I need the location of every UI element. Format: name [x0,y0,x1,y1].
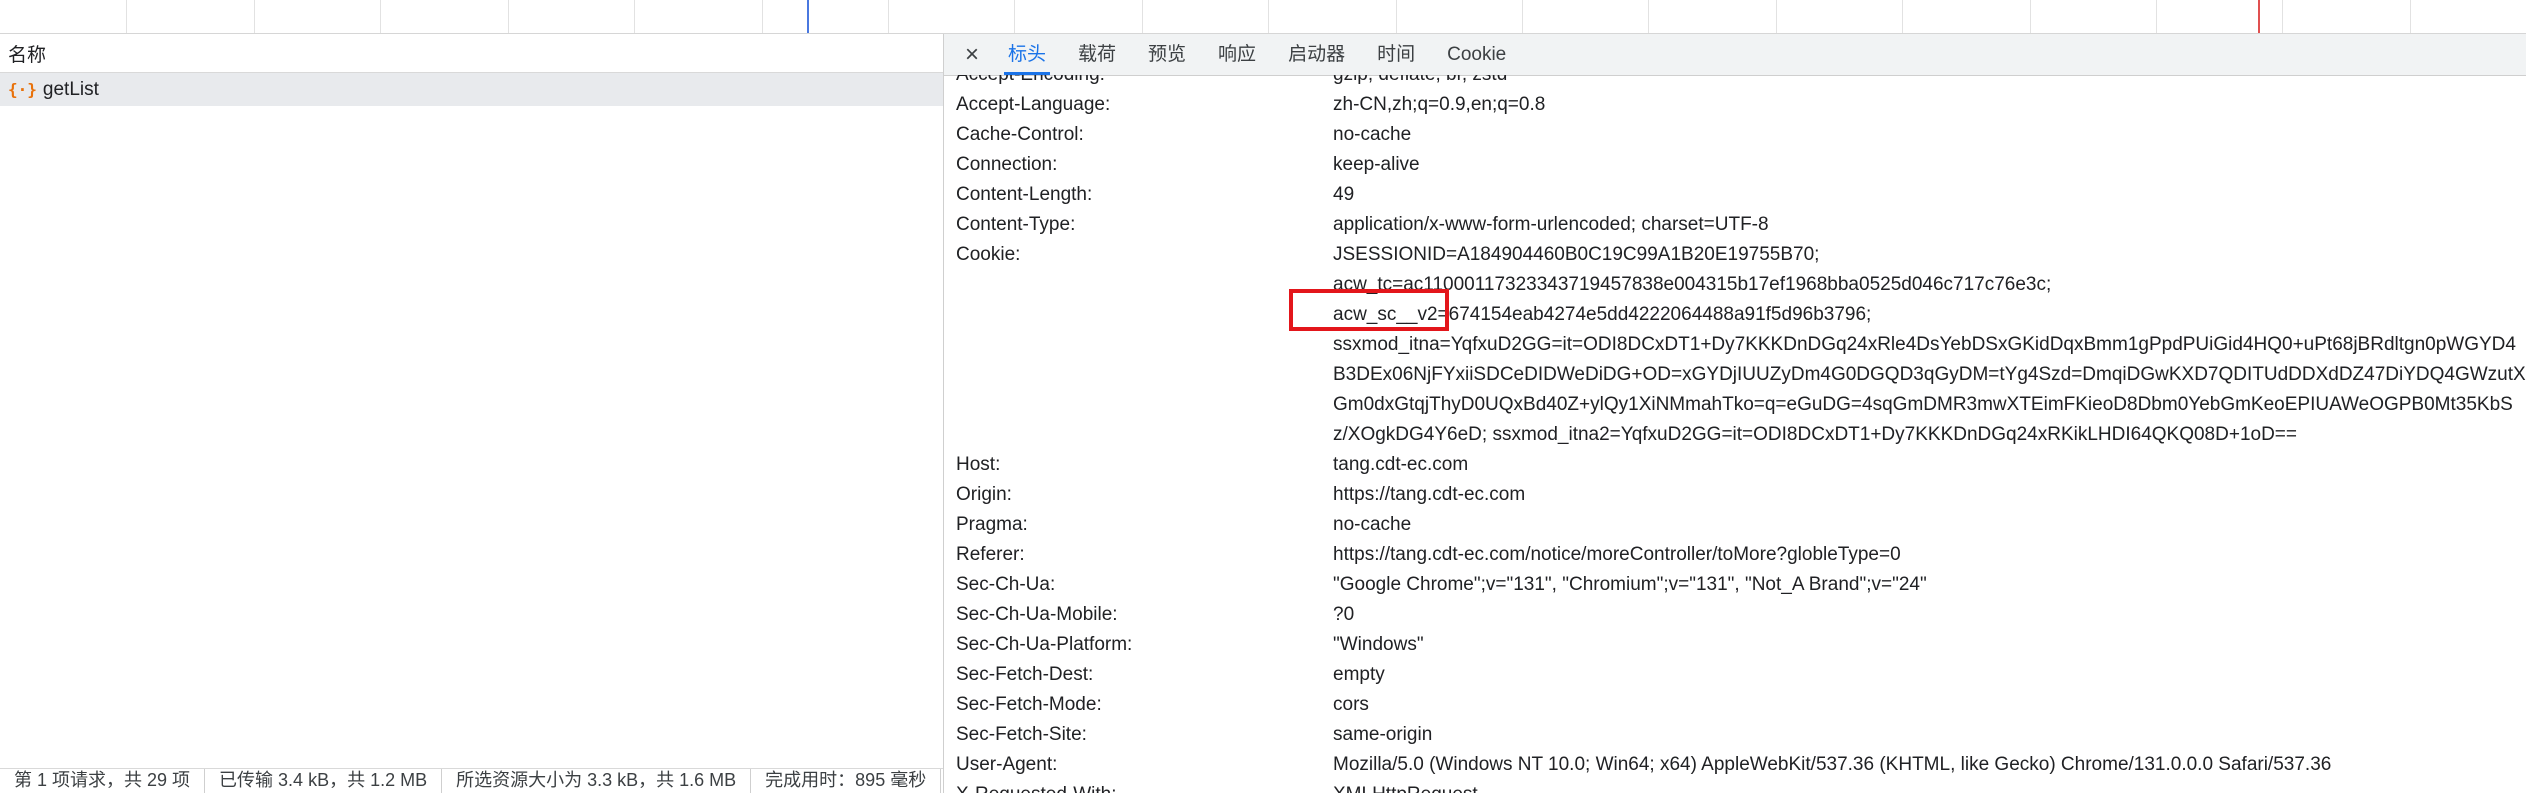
header-key: Content-Type: [956,214,1076,235]
timeline-gridline [2030,0,2031,33]
header-value[interactable]: JSESSIONID=A184904460B0C19C99A1B20E19755… [1333,244,1819,266]
header-value[interactable]: tang.cdt-ec.com [1333,454,1468,476]
tab-cookies[interactable]: Cookie [1431,34,1522,75]
load-event-marker [2258,0,2260,33]
tab-preview[interactable]: 预览 [1132,34,1202,75]
header-key: X-Requested-With: [956,784,1117,793]
header-key: Accept-Encoding: [956,75,1105,86]
timeline-gridline [2282,0,2283,33]
header-value[interactable]: application/x-www-form-urlencoded; chars… [1333,214,1769,236]
header-value[interactable]: keep-alive [1333,154,1420,176]
header-key: Sec-Fetch-Dest: [956,664,1094,685]
header-value[interactable]: https://tang.cdt-ec.com/notice/moreContr… [1333,544,1901,566]
timeline-gridline [254,0,255,33]
header-value[interactable]: zh-CN,zh;q=0.9,en;q=0.8 [1333,94,1545,116]
header-key: Cookie: [956,244,1021,265]
header-key: Sec-Ch-Ua-Platform: [956,634,1133,655]
timeline-gridline [2156,0,2157,33]
header-value[interactable]: "Google Chrome";v="131", "Chromium";v="1… [1333,574,1927,596]
header-value[interactable]: no-cache [1333,124,1411,146]
timeline-gridline [1776,0,1777,33]
header-key: Cache-Control: [956,124,1084,145]
header-key: Connection: [956,154,1058,175]
xhr-request-icon: {·} [8,80,37,99]
header-value[interactable]: cors [1333,694,1369,716]
header-key: Accept-Language: [956,94,1111,115]
request-detail-panel: × 标头 载荷 预览 响应 启动器 时间 Cookie acw_tc=ac110… [944,34,2526,793]
header-key: User-Agent: [956,754,1058,775]
tab-initiator[interactable]: 启动器 [1272,34,1361,75]
timeline-gridline [1522,0,1523,33]
request-list-panel: 名称 {·} getList 第 1 项请求，共 29 项 已传输 3.4 kB… [0,34,944,793]
header-value[interactable]: "Windows" [1333,634,1424,656]
close-icon[interactable]: × [952,41,992,69]
highlight-annotation-box [1289,289,1449,331]
timeline-gridline [762,0,763,33]
status-finish-time: 完成用时：895 毫秒 [751,769,942,793]
timeline-gridline [1648,0,1649,33]
header-value[interactable]: XMLHttpRequest [1333,784,1478,793]
cookie-value-line[interactable]: ssxmod_itna=YqfxuD2GG=it=ODI8DCxDT1+Dy7K… [1333,334,2516,356]
header-key: Sec-Fetch-Site: [956,724,1087,745]
timeline-gridline [1014,0,1015,33]
status-transferred: 已传输 3.4 kB，共 1.2 MB [205,769,443,793]
network-timeline[interactable] [0,0,2526,34]
timeline-gridline [380,0,381,33]
header-value[interactable]: https://tang.cdt-ec.com [1333,484,1525,506]
timeline-gridline [126,0,127,33]
header-value[interactable]: no-cache [1333,514,1411,536]
cookie-value-line[interactable]: z/XOgkDG4Y6eD; ssxmod_itna2=YqfxuD2GG=it… [1333,424,2297,446]
header-key: Sec-Ch-Ua: [956,574,1056,595]
header-key: Content-Length: [956,184,1093,205]
header-value[interactable]: 49 [1333,184,1354,206]
tab-payload[interactable]: 载荷 [1062,34,1132,75]
timeline-gridline [508,0,509,33]
request-name: getList [42,78,99,100]
header-value[interactable]: same-origin [1333,724,1432,746]
timeline-gridline [1142,0,1143,33]
cookie-value-line[interactable]: B3DEx06NjFYxiiSDCeDIDWeDiDG+OD=xGYDjIUUZ… [1333,364,2526,386]
dom-content-loaded-marker [807,0,809,33]
tab-headers[interactable]: 标头 [992,34,1062,75]
header-key: Referer: [956,544,1025,565]
status-requests: 第 1 项请求，共 29 项 [0,769,206,793]
tab-timing[interactable]: 时间 [1361,34,1431,75]
name-column-label: 名称 [8,44,47,66]
tab-response[interactable]: 响应 [1202,34,1272,75]
request-row-getlist[interactable]: {·} getList [0,73,943,106]
header-key: Host: [956,454,1001,475]
cookie-value-line[interactable]: Gm0dxGtqjThyD0UQxBd40Z+ylQy1XiNMmahTko=q… [1333,394,2513,416]
timeline-gridline [634,0,635,33]
timeline-gridline [888,0,889,33]
status-resources: 所选资源大小为 3.3 kB，共 1.6 MB [442,769,752,793]
header-value[interactable]: empty [1333,664,1385,686]
detail-tabbar: × 标头 载荷 预览 响应 启动器 时间 Cookie [944,34,2526,76]
header-key: Pragma: [956,514,1028,535]
network-status-bar: 第 1 项请求，共 29 项 已传输 3.4 kB，共 1.2 MB 所选资源大… [0,768,943,793]
name-column-header[interactable]: 名称 [0,34,943,73]
timeline-gridline [2410,0,2411,33]
timeline-gridline [1902,0,1903,33]
timeline-gridline [1396,0,1397,33]
header-value[interactable]: gzip, deflate, br, zstd [1333,75,1507,86]
request-headers-list: acw_tc=ac11000117323343719457838e004315b… [944,75,2526,793]
timeline-gridline [1268,0,1269,33]
header-key: Sec-Fetch-Mode: [956,694,1102,715]
header-key: Sec-Ch-Ua-Mobile: [956,604,1118,625]
header-value[interactable]: ?0 [1333,604,1354,626]
header-key: Origin: [956,484,1012,505]
header-value[interactable]: Mozilla/5.0 (Windows NT 10.0; Win64; x64… [1333,754,2331,776]
